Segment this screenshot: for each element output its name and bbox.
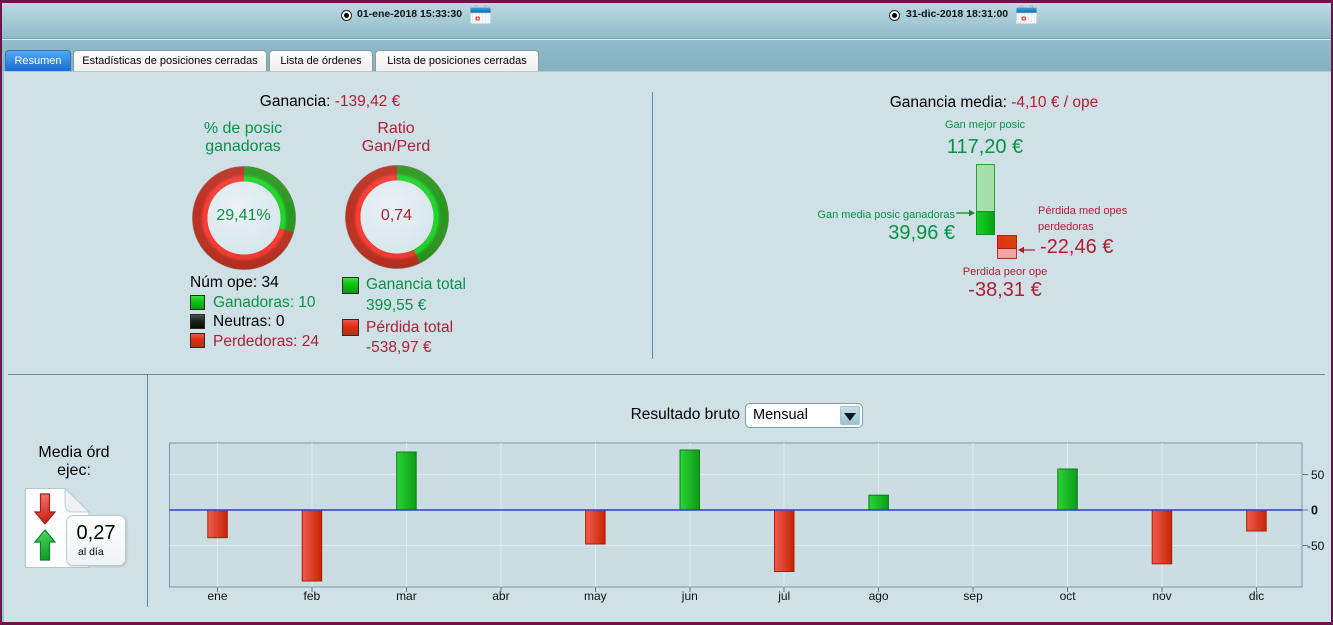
svg-text:nov: nov bbox=[1152, 589, 1171, 603]
svg-text:50: 50 bbox=[1311, 468, 1325, 482]
svg-text:oct: oct bbox=[1060, 589, 1077, 603]
svg-text:jun: jun bbox=[681, 589, 698, 603]
svg-text:0: 0 bbox=[1311, 504, 1318, 518]
svg-text:sep: sep bbox=[963, 589, 983, 603]
svg-text:ene: ene bbox=[207, 589, 227, 603]
svg-text:jul: jul bbox=[777, 589, 790, 603]
svg-text:dic: dic bbox=[1249, 589, 1264, 603]
svg-text:feb: feb bbox=[304, 589, 321, 603]
svg-text:mar: mar bbox=[396, 589, 417, 603]
svg-text:may: may bbox=[584, 589, 607, 603]
svg-text:ago: ago bbox=[869, 589, 889, 603]
svg-text:-50: -50 bbox=[1307, 539, 1325, 553]
svg-text:abr: abr bbox=[492, 589, 509, 603]
